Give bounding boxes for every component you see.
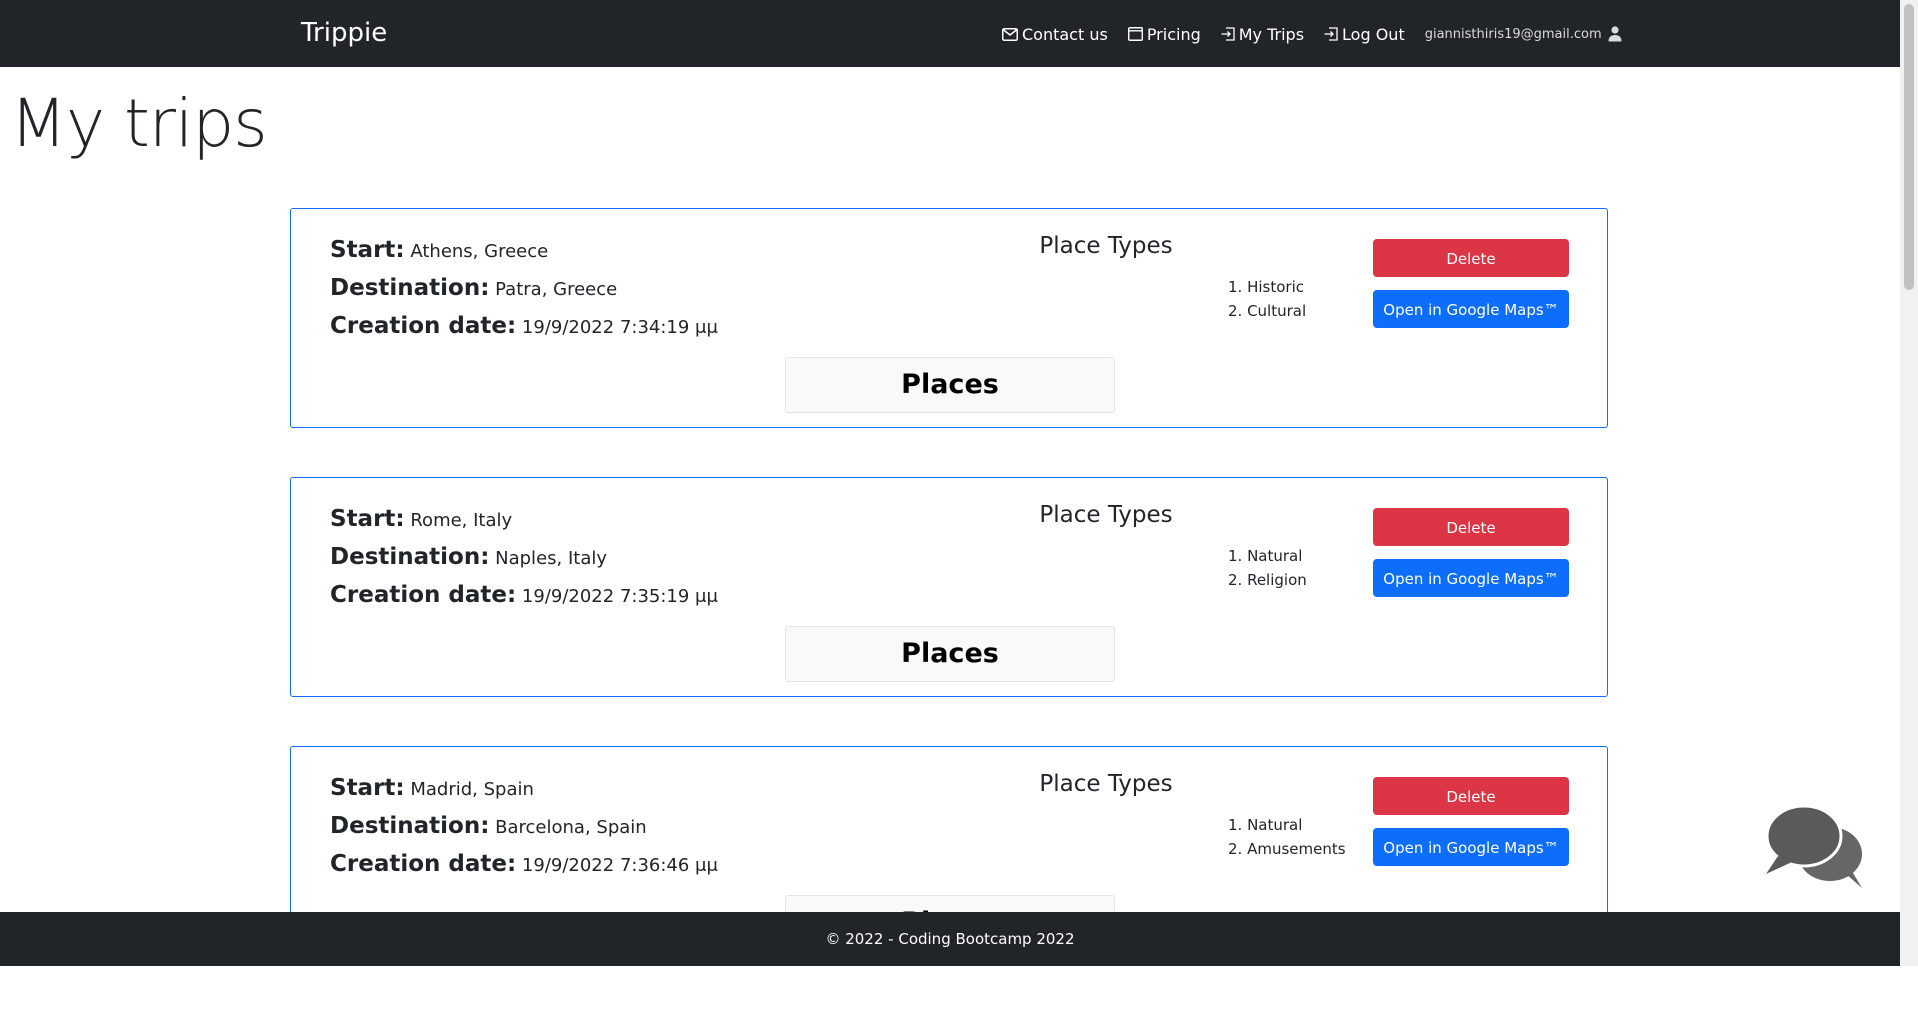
top-navbar: Trippie Contact us Pricing My Trips Log … xyxy=(0,0,1900,67)
chat-bubbles-icon[interactable] xyxy=(1764,804,1870,890)
nav-link-label: Log Out xyxy=(1342,24,1405,44)
places-button[interactable]: Places xyxy=(785,626,1115,682)
destination-value: Patra, Greece xyxy=(495,279,618,300)
trip-info: Start: Madrid, Spain Destination: Barcel… xyxy=(330,769,718,883)
trip-actions: Delete Open in Google Maps™ xyxy=(1373,777,1569,866)
place-types-title: Place Types xyxy=(1039,771,1173,797)
page-scrollbar[interactable] xyxy=(1900,0,1918,966)
place-types: Place Types 1. Historic 2. Cultural xyxy=(826,229,1386,323)
nav-link-log-out[interactable]: Log Out xyxy=(1324,25,1405,44)
creation-date-label: Creation date: xyxy=(330,313,517,339)
nav-link-label: Contact us xyxy=(1022,24,1108,44)
trip-creation-date: Creation date: 19/9/2022 7:35:19 μμ xyxy=(330,576,718,614)
destination-label: Destination: xyxy=(330,275,490,301)
window-icon xyxy=(1127,27,1143,41)
trip-card: Start: Rome, Italy Destination: Naples, … xyxy=(290,477,1608,697)
nav-link-pricing[interactable]: Pricing xyxy=(1127,24,1201,44)
trip-creation-date: Creation date: 19/9/2022 7:36:46 μμ xyxy=(330,845,718,883)
delete-button[interactable]: Delete xyxy=(1373,239,1569,277)
person-icon xyxy=(1608,26,1622,42)
trip-actions: Delete Open in Google Maps™ xyxy=(1373,508,1569,597)
trips-list: Start: Athens, Greece Destination: Patra… xyxy=(290,208,1610,1015)
nav-link-my-trips[interactable]: My Trips xyxy=(1221,25,1304,44)
user-email: giannisthiris19@gmail.com xyxy=(1424,26,1602,42)
envelope-icon xyxy=(1002,27,1018,41)
destination-value: Naples, Italy xyxy=(495,548,608,569)
nav-links: Contact us Pricing My Trips Log Out gian… xyxy=(1002,22,1622,46)
start-value: Rome, Italy xyxy=(410,510,513,531)
trip-actions: Delete Open in Google Maps™ xyxy=(1373,239,1569,328)
place-types: Place Types 1. Natural 2. Religion xyxy=(826,498,1386,592)
footer-copyright: © 2022 - Coding Bootcamp 2022 xyxy=(825,930,1075,948)
trip-destination: Destination: Naples, Italy xyxy=(330,538,718,576)
nav-link-contact[interactable]: Contact us xyxy=(1002,25,1108,44)
creation-date-value: 19/9/2022 7:35:19 μμ xyxy=(521,586,718,607)
scrollbar-thumb[interactable] xyxy=(1904,4,1914,290)
box-arrow-in-icon xyxy=(1324,27,1338,41)
start-label: Start: xyxy=(330,506,405,532)
place-types: Place Types 1. Natural 2. Amusements xyxy=(826,767,1386,861)
creation-date-value: 19/9/2022 7:34:19 μμ xyxy=(521,317,718,338)
start-label: Start: xyxy=(330,775,405,801)
delete-button[interactable]: Delete xyxy=(1373,508,1569,546)
creation-date-label: Creation date: xyxy=(330,851,517,877)
box-arrow-in-icon xyxy=(1221,27,1235,41)
destination-label: Destination: xyxy=(330,813,490,839)
delete-button[interactable]: Delete xyxy=(1373,777,1569,815)
trip-info: Start: Athens, Greece Destination: Patra… xyxy=(330,231,718,345)
brand-logo[interactable]: Trippie xyxy=(301,15,387,51)
start-value: Madrid, Spain xyxy=(410,779,534,800)
trip-start: Start: Madrid, Spain xyxy=(330,769,718,807)
open-google-maps-button[interactable]: Open in Google Maps™ xyxy=(1373,559,1569,597)
creation-date-value: 19/9/2022 7:36:46 μμ xyxy=(521,855,718,876)
user-account[interactable]: giannisthiris19@gmail.com xyxy=(1425,26,1622,42)
trip-info: Start: Rome, Italy Destination: Naples, … xyxy=(330,500,718,614)
nav-link-label: Pricing xyxy=(1146,24,1201,44)
trip-destination: Destination: Patra, Greece xyxy=(330,269,718,307)
nav-link-label: My Trips xyxy=(1238,24,1305,44)
trip-card: Start: Athens, Greece Destination: Patra… xyxy=(290,208,1608,428)
page-title: My trips xyxy=(10,85,268,162)
destination-value: Barcelona, Spain xyxy=(495,817,647,838)
place-types-title: Place Types xyxy=(1039,502,1173,528)
start-label: Start: xyxy=(330,237,405,263)
trip-start: Start: Athens, Greece xyxy=(330,231,718,269)
start-value: Athens, Greece xyxy=(410,241,549,262)
destination-label: Destination: xyxy=(330,544,490,570)
open-google-maps-button[interactable]: Open in Google Maps™ xyxy=(1373,828,1569,866)
trip-destination: Destination: Barcelona, Spain xyxy=(330,807,718,845)
open-google-maps-button[interactable]: Open in Google Maps™ xyxy=(1373,290,1569,328)
places-button[interactable]: Places xyxy=(785,357,1115,413)
footer: © 2022 - Coding Bootcamp 2022 xyxy=(0,912,1900,966)
trip-creation-date: Creation date: 19/9/2022 7:34:19 μμ xyxy=(330,307,718,345)
place-types-title: Place Types xyxy=(1039,233,1173,259)
trip-start: Start: Rome, Italy xyxy=(330,500,718,538)
creation-date-label: Creation date: xyxy=(330,582,517,608)
